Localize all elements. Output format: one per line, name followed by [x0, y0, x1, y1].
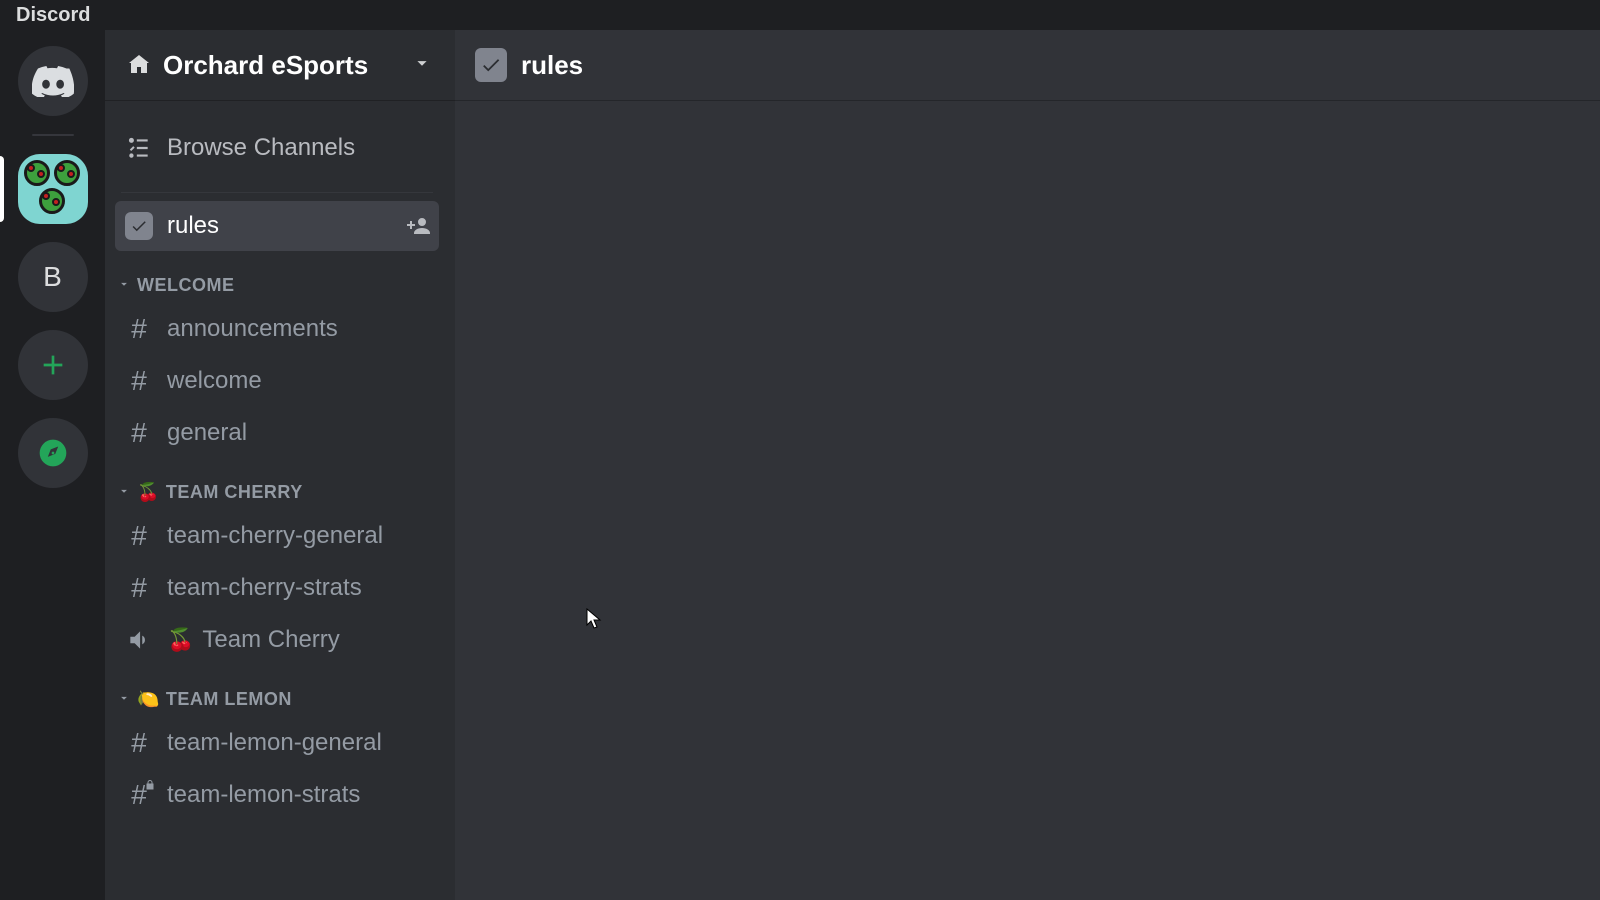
category-welcome[interactable]: WELCOME [107, 253, 447, 302]
channel-general[interactable]: # general [115, 408, 439, 458]
channel-welcome[interactable]: # welcome [115, 356, 439, 406]
channel-announcements[interactable]: # announcements [115, 304, 439, 354]
message-area[interactable] [455, 100, 1600, 900]
channel-team-lemon-general[interactable]: # team-lemon-general [115, 718, 439, 768]
browse-channels[interactable]: Browse Channels [115, 120, 439, 176]
hash-lock-icon: # [125, 781, 153, 809]
category-team-cherry[interactable]: 🍒 TEAM CHERRY [107, 460, 447, 509]
channel-label: Team Cherry [202, 626, 431, 654]
channel-label: team-cherry-strats [167, 574, 431, 602]
category-label: TEAM CHERRY [166, 482, 303, 503]
channel-team-lemon-strats[interactable]: # team-lemon-strats [115, 770, 439, 820]
speaker-icon [125, 626, 153, 654]
channel-label: team-cherry-general [167, 522, 431, 550]
channel-label: team-lemon-strats [167, 781, 431, 809]
category-label: WELCOME [137, 275, 235, 296]
content-pane: rules [455, 30, 1600, 900]
add-server-button[interactable] [18, 330, 88, 400]
hash-icon: # [125, 574, 153, 602]
chevron-down-icon [117, 689, 133, 710]
browse-label: Browse Channels [167, 134, 431, 162]
channel-label: announcements [167, 315, 431, 343]
channel-title: rules [521, 50, 583, 81]
channel-header: rules [455, 30, 1600, 100]
server-orchard-button[interactable] [18, 154, 88, 224]
cursor-icon [586, 608, 602, 630]
chevron-down-icon [117, 482, 133, 503]
explore-servers-button[interactable] [18, 418, 88, 488]
titlebar: Discord [0, 0, 1600, 30]
voice-team-cherry[interactable]: 🍒 Team Cherry [115, 615, 439, 665]
channel-team-cherry-general[interactable]: # team-cherry-general [115, 511, 439, 561]
channel-sidebar: Orchard eSports Browse Channels [105, 30, 455, 900]
hash-icon: # [125, 315, 153, 343]
lemon-emoji-icon: 🍋 [137, 689, 160, 710]
guild-rail: B [0, 30, 105, 900]
hash-icon: # [125, 367, 153, 395]
sidebar-separator [121, 192, 433, 193]
discord-logo-icon [32, 65, 74, 97]
channel-rules[interactable]: rules [115, 201, 439, 251]
hash-icon: # [125, 522, 153, 550]
channel-label: welcome [167, 367, 431, 395]
channel-label: rules [167, 212, 407, 240]
server-b-button[interactable]: B [18, 242, 88, 312]
chevron-down-icon [411, 52, 433, 79]
rules-icon [475, 49, 507, 81]
server-header[interactable]: Orchard eSports [105, 30, 455, 100]
server-initial: B [43, 261, 62, 293]
chevron-down-icon [117, 275, 133, 296]
selected-guild-pill [0, 156, 4, 222]
app-title: Discord [16, 4, 90, 27]
category-team-lemon[interactable]: 🍋 TEAM LEMON [107, 667, 447, 716]
channel-label: team-lemon-general [167, 729, 431, 757]
create-invite-icon[interactable] [407, 214, 431, 238]
hash-icon: # [125, 729, 153, 757]
cherry-emoji-icon: 🍒 [137, 482, 160, 503]
server-name: Orchard eSports [163, 50, 411, 81]
cherry-emoji-icon: 🍒 [167, 627, 194, 653]
channel-list: Browse Channels rules WELCOME [105, 100, 455, 900]
compass-icon [37, 437, 69, 469]
guild-separator [32, 134, 74, 136]
channel-team-cherry-strats[interactable]: # team-cherry-strats [115, 563, 439, 613]
channel-label: general [167, 419, 431, 447]
rules-icon [125, 212, 153, 240]
dm-home-button[interactable] [18, 46, 88, 116]
server-home-icon [127, 53, 151, 77]
browse-icon [125, 134, 153, 162]
plus-icon [37, 349, 69, 381]
hash-icon: # [125, 419, 153, 447]
server-orchard-icon [18, 154, 88, 224]
category-label: TEAM LEMON [166, 689, 292, 710]
